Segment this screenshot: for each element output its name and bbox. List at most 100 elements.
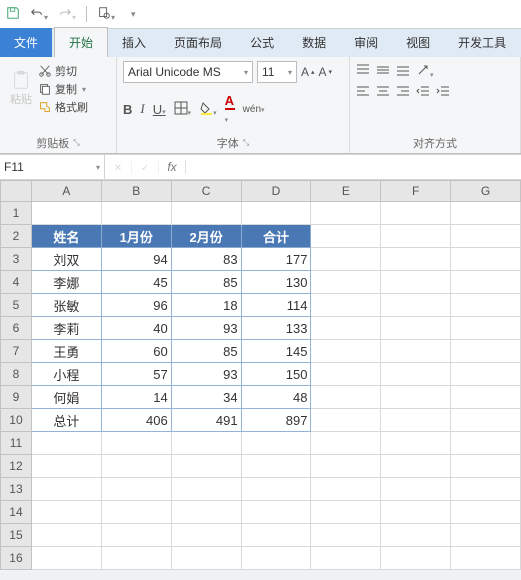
cell-D3[interactable]: 177 (241, 248, 311, 271)
cell-E11[interactable] (311, 432, 381, 455)
cell-D11[interactable] (241, 432, 311, 455)
cell-F10[interactable] (381, 409, 451, 432)
align-left-icon[interactable] (356, 84, 370, 101)
cell-G13[interactable] (451, 478, 521, 501)
fx-icon[interactable]: fx (159, 160, 186, 174)
cell-G12[interactable] (451, 455, 521, 478)
cell-D2[interactable]: 合计 (241, 225, 311, 248)
row-header-1[interactable]: 1 (1, 202, 32, 225)
cell-G5[interactable] (451, 294, 521, 317)
cell-C1[interactable] (171, 202, 241, 225)
row-header-2[interactable]: 2 (1, 225, 32, 248)
cell-A10[interactable]: 总计 (31, 409, 101, 432)
cell-E1[interactable] (311, 202, 381, 225)
cell-G14[interactable] (451, 501, 521, 524)
cell-B8[interactable]: 57 (101, 363, 171, 386)
cell-D14[interactable] (241, 501, 311, 524)
row-header-8[interactable]: 8 (1, 363, 32, 386)
cell-F6[interactable] (381, 317, 451, 340)
border-button[interactable]: ▾ (174, 101, 192, 118)
cell-D15[interactable] (241, 524, 311, 547)
cell-F1[interactable] (381, 202, 451, 225)
cell-A11[interactable] (31, 432, 101, 455)
cell-E6[interactable] (311, 317, 381, 340)
cell-G8[interactable] (451, 363, 521, 386)
cell-A1[interactable] (31, 202, 101, 225)
undo-icon[interactable]: ▾ (30, 6, 48, 23)
tab-review[interactable]: 审阅 (340, 28, 392, 57)
cell-C11[interactable] (171, 432, 241, 455)
col-header-B[interactable]: B (101, 181, 171, 202)
cell-A4[interactable]: 李娜 (31, 271, 101, 294)
underline-button[interactable]: U▾ (153, 102, 166, 117)
cell-B10[interactable]: 406 (101, 409, 171, 432)
cell-A15[interactable] (31, 524, 101, 547)
row-header-15[interactable]: 15 (1, 524, 32, 547)
cell-A16[interactable] (31, 547, 101, 570)
cell-B13[interactable] (101, 478, 171, 501)
cell-A7[interactable]: 王勇 (31, 340, 101, 363)
row-header-12[interactable]: 12 (1, 455, 32, 478)
copy-button[interactable]: 复制▾ (38, 81, 88, 97)
cell-F2[interactable] (381, 225, 451, 248)
cell-F12[interactable] (381, 455, 451, 478)
cell-C16[interactable] (171, 547, 241, 570)
row-header-4[interactable]: 4 (1, 271, 32, 294)
cell-D4[interactable]: 130 (241, 271, 311, 294)
cell-E13[interactable] (311, 478, 381, 501)
row-header-13[interactable]: 13 (1, 478, 32, 501)
cell-E16[interactable] (311, 547, 381, 570)
cell-C14[interactable] (171, 501, 241, 524)
redo-icon[interactable]: ▾ (58, 6, 76, 23)
print-preview-icon[interactable]: ▾ (97, 6, 115, 23)
cell-C12[interactable] (171, 455, 241, 478)
cut-button[interactable]: 剪切 (38, 63, 88, 79)
cell-C9[interactable]: 34 (171, 386, 241, 409)
format-painter-button[interactable]: 格式刷 (38, 99, 88, 115)
cell-D16[interactable] (241, 547, 311, 570)
cell-B7[interactable]: 60 (101, 340, 171, 363)
cell-B1[interactable] (101, 202, 171, 225)
cell-F7[interactable] (381, 340, 451, 363)
cell-F16[interactable] (381, 547, 451, 570)
cell-E14[interactable] (311, 501, 381, 524)
worksheet-grid[interactable]: ABCDEFG12姓名1月份2月份合计3刘双94831774李娜45851305… (0, 180, 521, 570)
cell-B2[interactable]: 1月份 (101, 225, 171, 248)
row-header-6[interactable]: 6 (1, 317, 32, 340)
cell-C6[interactable]: 93 (171, 317, 241, 340)
cell-D7[interactable]: 145 (241, 340, 311, 363)
col-header-E[interactable]: E (311, 181, 381, 202)
cell-A2[interactable]: 姓名 (31, 225, 101, 248)
row-header-16[interactable]: 16 (1, 547, 32, 570)
cell-C3[interactable]: 83 (171, 248, 241, 271)
cell-E3[interactable] (311, 248, 381, 271)
cell-C5[interactable]: 18 (171, 294, 241, 317)
qat-customize-icon[interactable]: ▾ (131, 9, 136, 20)
cell-E9[interactable] (311, 386, 381, 409)
row-header-9[interactable]: 9 (1, 386, 32, 409)
cell-F13[interactable] (381, 478, 451, 501)
font-dialog-icon[interactable]: ⤡ (243, 138, 249, 148)
align-middle-icon[interactable] (376, 63, 390, 80)
cell-G16[interactable] (451, 547, 521, 570)
cell-E15[interactable] (311, 524, 381, 547)
italic-button[interactable]: I (140, 101, 144, 117)
cell-E4[interactable] (311, 271, 381, 294)
cell-A3[interactable]: 刘双 (31, 248, 101, 271)
enter-icon[interactable] (132, 160, 159, 174)
tab-dev[interactable]: 开发工具 (444, 28, 520, 57)
indent-increase-icon[interactable] (436, 84, 450, 101)
cell-C2[interactable]: 2月份 (171, 225, 241, 248)
tab-home[interactable]: 开始 (54, 27, 108, 57)
cell-B3[interactable]: 94 (101, 248, 171, 271)
align-right-icon[interactable] (396, 84, 410, 101)
cell-E12[interactable] (311, 455, 381, 478)
tab-file[interactable]: 文件 (0, 28, 52, 57)
cell-A13[interactable] (31, 478, 101, 501)
cell-E7[interactable] (311, 340, 381, 363)
font-color-button[interactable]: A▾ (225, 93, 235, 125)
cell-E2[interactable] (311, 225, 381, 248)
cell-C8[interactable]: 93 (171, 363, 241, 386)
phonetic-button[interactable]: wén▾ (243, 104, 265, 115)
formula-input[interactable] (186, 155, 521, 179)
